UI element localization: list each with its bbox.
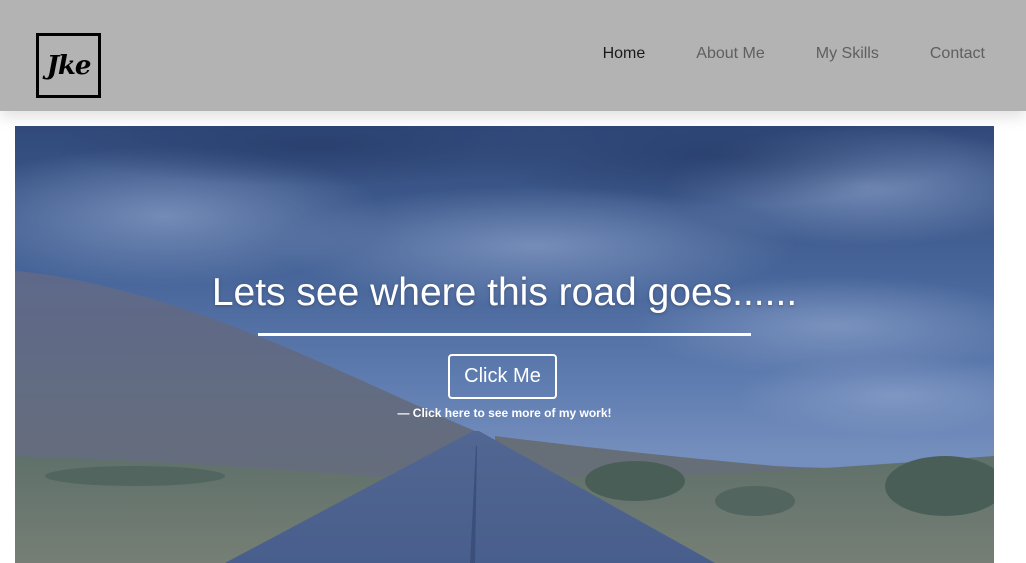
hero-tint-overlay [15, 126, 994, 563]
hero-title: Lets see where this road goes...... [211, 271, 798, 314]
top-navbar: Jke Home About Me My Skills Contact [0, 0, 1026, 111]
site-logo[interactable]: Jke [36, 33, 101, 98]
cta-caption[interactable]: — Click here to see more of my work! [15, 406, 994, 420]
hero-section: Lets see where this road goes...... Clic… [15, 126, 994, 563]
nav-link-home[interactable]: Home [603, 45, 646, 63]
nav-link-contact[interactable]: Contact [930, 45, 985, 63]
nav-link-about-me[interactable]: About Me [696, 45, 764, 63]
click-me-button[interactable]: Click Me [448, 354, 557, 399]
hero-divider [258, 333, 751, 336]
nav-link-my-skills[interactable]: My Skills [816, 45, 879, 63]
logo-text: Jke [46, 50, 92, 81]
main-nav: Home About Me My Skills Contact [603, 45, 985, 63]
